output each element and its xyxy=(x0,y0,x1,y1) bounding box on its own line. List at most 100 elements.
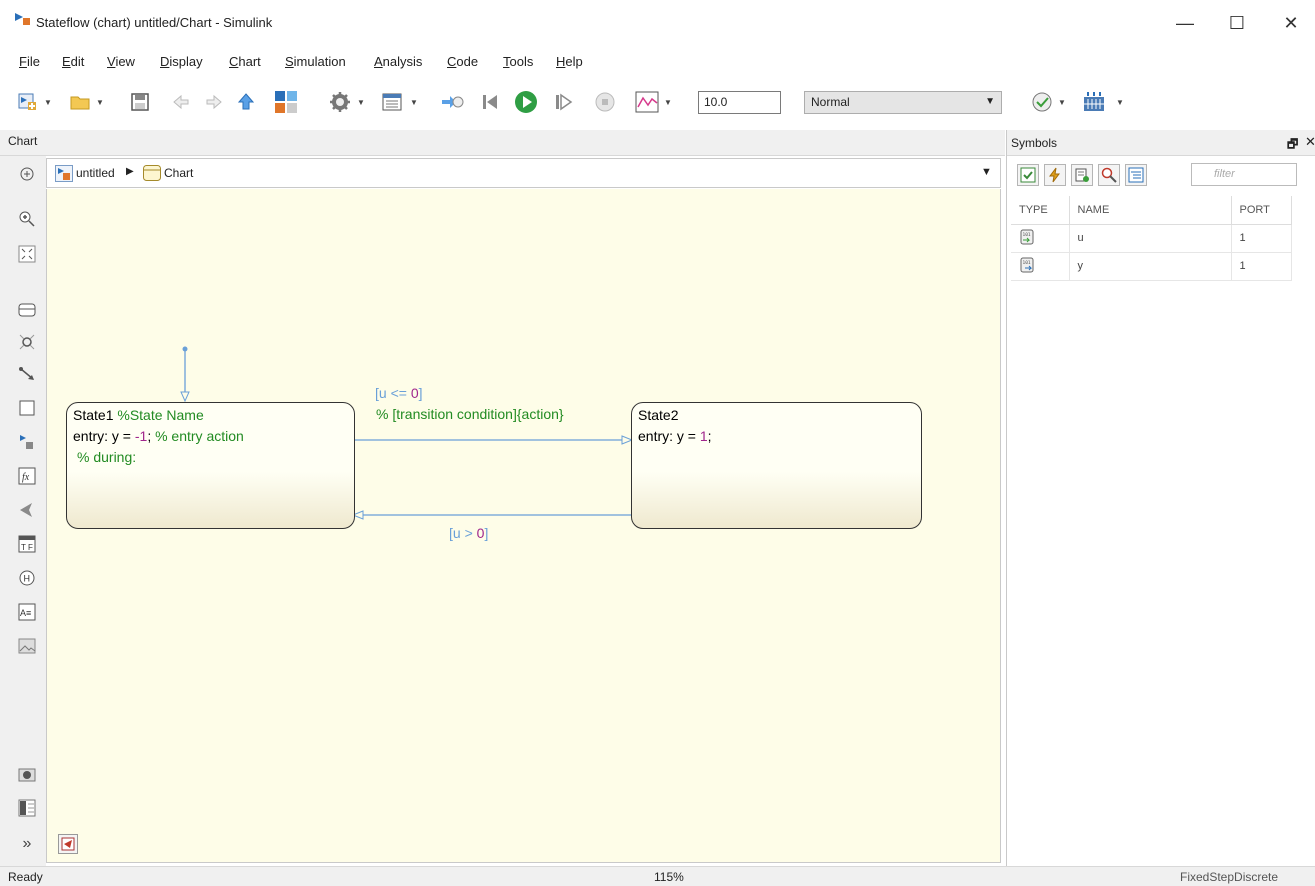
state1-during-comment: % during: xyxy=(77,449,137,465)
model-browser-icon[interactable] xyxy=(17,798,37,818)
library-browser-icon[interactable] xyxy=(274,90,298,114)
advisor-dropdown-icon[interactable]: ▼ xyxy=(1058,98,1066,107)
hierarchy-view-icon[interactable] xyxy=(1125,164,1147,186)
truth-table-tool-icon[interactable]: T F xyxy=(17,534,37,554)
state2-box[interactable]: State2 entry: y = 1; xyxy=(631,402,922,529)
menu-help[interactable]: Help xyxy=(556,54,583,69)
close-pane-icon[interactable]: ✕ xyxy=(1305,134,1315,150)
zoom-in-icon[interactable] xyxy=(17,209,37,229)
chevron-down-icon: ▼ xyxy=(985,96,995,107)
annotation-tool-icon[interactable]: A≡ xyxy=(17,602,37,622)
model-explorer-icon[interactable] xyxy=(380,90,404,114)
add-event-icon[interactable] xyxy=(1044,164,1066,186)
close-button[interactable]: ✕ xyxy=(1268,8,1314,38)
tab-chart[interactable]: Chart xyxy=(8,134,37,148)
transition-bottom-cond-open: [u > xyxy=(449,525,477,541)
junction-tool-icon[interactable] xyxy=(17,332,37,352)
breadcrumb-separator-icon: ▶ xyxy=(126,166,134,177)
box-tool-icon[interactable] xyxy=(17,398,37,418)
simulation-mode-select[interactable]: Normal ▼ xyxy=(804,91,1002,114)
state-tool-icon[interactable] xyxy=(17,300,37,320)
model-settings-gear-icon[interactable] xyxy=(328,90,352,114)
state1-entry-value: -1 xyxy=(134,428,148,444)
fit-to-view-icon[interactable] xyxy=(17,244,37,264)
settings-dropdown-icon[interactable]: ▼ xyxy=(357,98,365,107)
model-advisor-check-icon[interactable] xyxy=(1030,90,1054,114)
model-data-editor-icon[interactable] xyxy=(58,834,78,854)
run-icon[interactable] xyxy=(514,90,538,114)
output-data-icon: 101 xyxy=(1020,257,1034,272)
breadcrumb-chart[interactable]: Chart xyxy=(164,166,193,180)
address-dropdown-icon[interactable]: ▼ xyxy=(981,166,992,178)
stop-icon[interactable] xyxy=(593,90,617,114)
matlab-function-tool-icon[interactable]: fx xyxy=(17,466,37,486)
solver-name[interactable]: FixedStepDiscrete xyxy=(1180,870,1278,884)
minimize-button[interactable]: — xyxy=(1162,8,1208,38)
resolve-undefined-symbols-icon[interactable] xyxy=(1017,164,1039,186)
table-row[interactable]: 101 y 1 xyxy=(1011,252,1292,281)
menu-display[interactable]: Display xyxy=(160,54,203,69)
step-forward-icon[interactable] xyxy=(551,90,575,114)
open-dropdown-icon[interactable]: ▼ xyxy=(96,98,104,107)
state1-box[interactable]: State1 %State Name entry: y = -1; % entr… xyxy=(66,402,355,529)
window-title: Stateflow (chart) untitled/Chart - Simul… xyxy=(36,15,273,30)
hide-explorer-bar-icon[interactable] xyxy=(17,164,37,184)
breadcrumb-model[interactable]: untitled xyxy=(76,166,115,180)
symbol-port[interactable]: 1 xyxy=(1231,224,1292,253)
model-icon xyxy=(55,165,73,182)
symbol-name[interactable]: u xyxy=(1069,224,1232,253)
state2-entry-value: 1 xyxy=(699,428,708,444)
step-back-icon[interactable] xyxy=(478,90,502,114)
transition-top-condition[interactable]: [u <= 0] xyxy=(375,385,423,401)
state2-entry: entry: y = xyxy=(638,428,700,444)
symbol-name[interactable]: y xyxy=(1069,252,1232,281)
inspect-symbol-icon[interactable] xyxy=(1098,164,1120,186)
signal-table-dropdown-icon[interactable]: ▼ xyxy=(1116,98,1124,107)
back-icon[interactable] xyxy=(169,90,193,114)
signal-table-icon[interactable] xyxy=(1082,90,1106,114)
forward-icon[interactable] xyxy=(202,90,226,114)
screenshot-camera-icon[interactable] xyxy=(17,764,37,784)
transition-top-cond-close: ] xyxy=(418,385,423,401)
image-tool-icon[interactable] xyxy=(17,636,37,656)
column-name[interactable]: NAME xyxy=(1069,196,1232,225)
menu-simulation[interactable]: Simulation xyxy=(285,54,346,69)
inspector-dropdown-icon[interactable]: ▼ xyxy=(664,98,672,107)
menu-code[interactable]: Code xyxy=(447,54,478,69)
menu-view[interactable]: View xyxy=(107,54,135,69)
save-icon[interactable] xyxy=(128,90,152,114)
undock-icon[interactable]: 🗗 xyxy=(1287,135,1298,156)
symbol-port[interactable]: 1 xyxy=(1231,252,1292,281)
filter-input[interactable]: filter xyxy=(1191,163,1297,186)
add-data-icon[interactable] xyxy=(1071,164,1093,186)
menu-file[interactable]: File xyxy=(19,54,40,69)
chart-canvas[interactable]: State1 %State Name entry: y = -1; % entr… xyxy=(46,189,1001,863)
simulation-data-inspector-icon[interactable] xyxy=(635,90,659,114)
simulink-state-tool-icon[interactable] xyxy=(17,500,37,520)
menu-analysis[interactable]: Analysis xyxy=(374,54,422,69)
maximize-button[interactable]: ☐ xyxy=(1214,8,1260,38)
stop-time-input[interactable]: 10.0 xyxy=(698,91,781,114)
menu-edit[interactable]: Edit xyxy=(62,54,84,69)
type-cell: 101 xyxy=(1011,252,1070,281)
svg-text:A≡: A≡ xyxy=(20,608,31,618)
up-to-parent-icon[interactable] xyxy=(234,90,258,114)
expand-palette-icon[interactable]: » xyxy=(17,834,37,854)
menu-chart[interactable]: Chart xyxy=(229,54,261,69)
open-folder-icon[interactable] xyxy=(68,90,92,114)
transition-bottom-cond-close: ] xyxy=(484,525,489,541)
history-junction-tool-icon[interactable]: H xyxy=(17,568,37,588)
status-bar: Ready 115% FixedStepDiscrete xyxy=(0,866,1315,886)
table-row[interactable]: 101 u 1 xyxy=(1011,224,1292,253)
state2-name: State2 xyxy=(638,407,679,423)
transition-bottom-condition[interactable]: [u > 0] xyxy=(449,525,488,541)
simulink-function-tool-icon[interactable] xyxy=(17,432,37,452)
update-diagram-icon[interactable] xyxy=(440,90,464,114)
column-port[interactable]: PORT xyxy=(1231,196,1292,225)
explorer-dropdown-icon[interactable]: ▼ xyxy=(410,98,418,107)
menu-tools[interactable]: Tools xyxy=(503,54,533,69)
new-model-dropdown-icon[interactable]: ▼ xyxy=(44,98,52,107)
default-transition-tool-icon[interactable] xyxy=(17,364,37,384)
new-model-icon[interactable] xyxy=(16,90,40,114)
column-type[interactable]: TYPE xyxy=(1011,196,1070,225)
